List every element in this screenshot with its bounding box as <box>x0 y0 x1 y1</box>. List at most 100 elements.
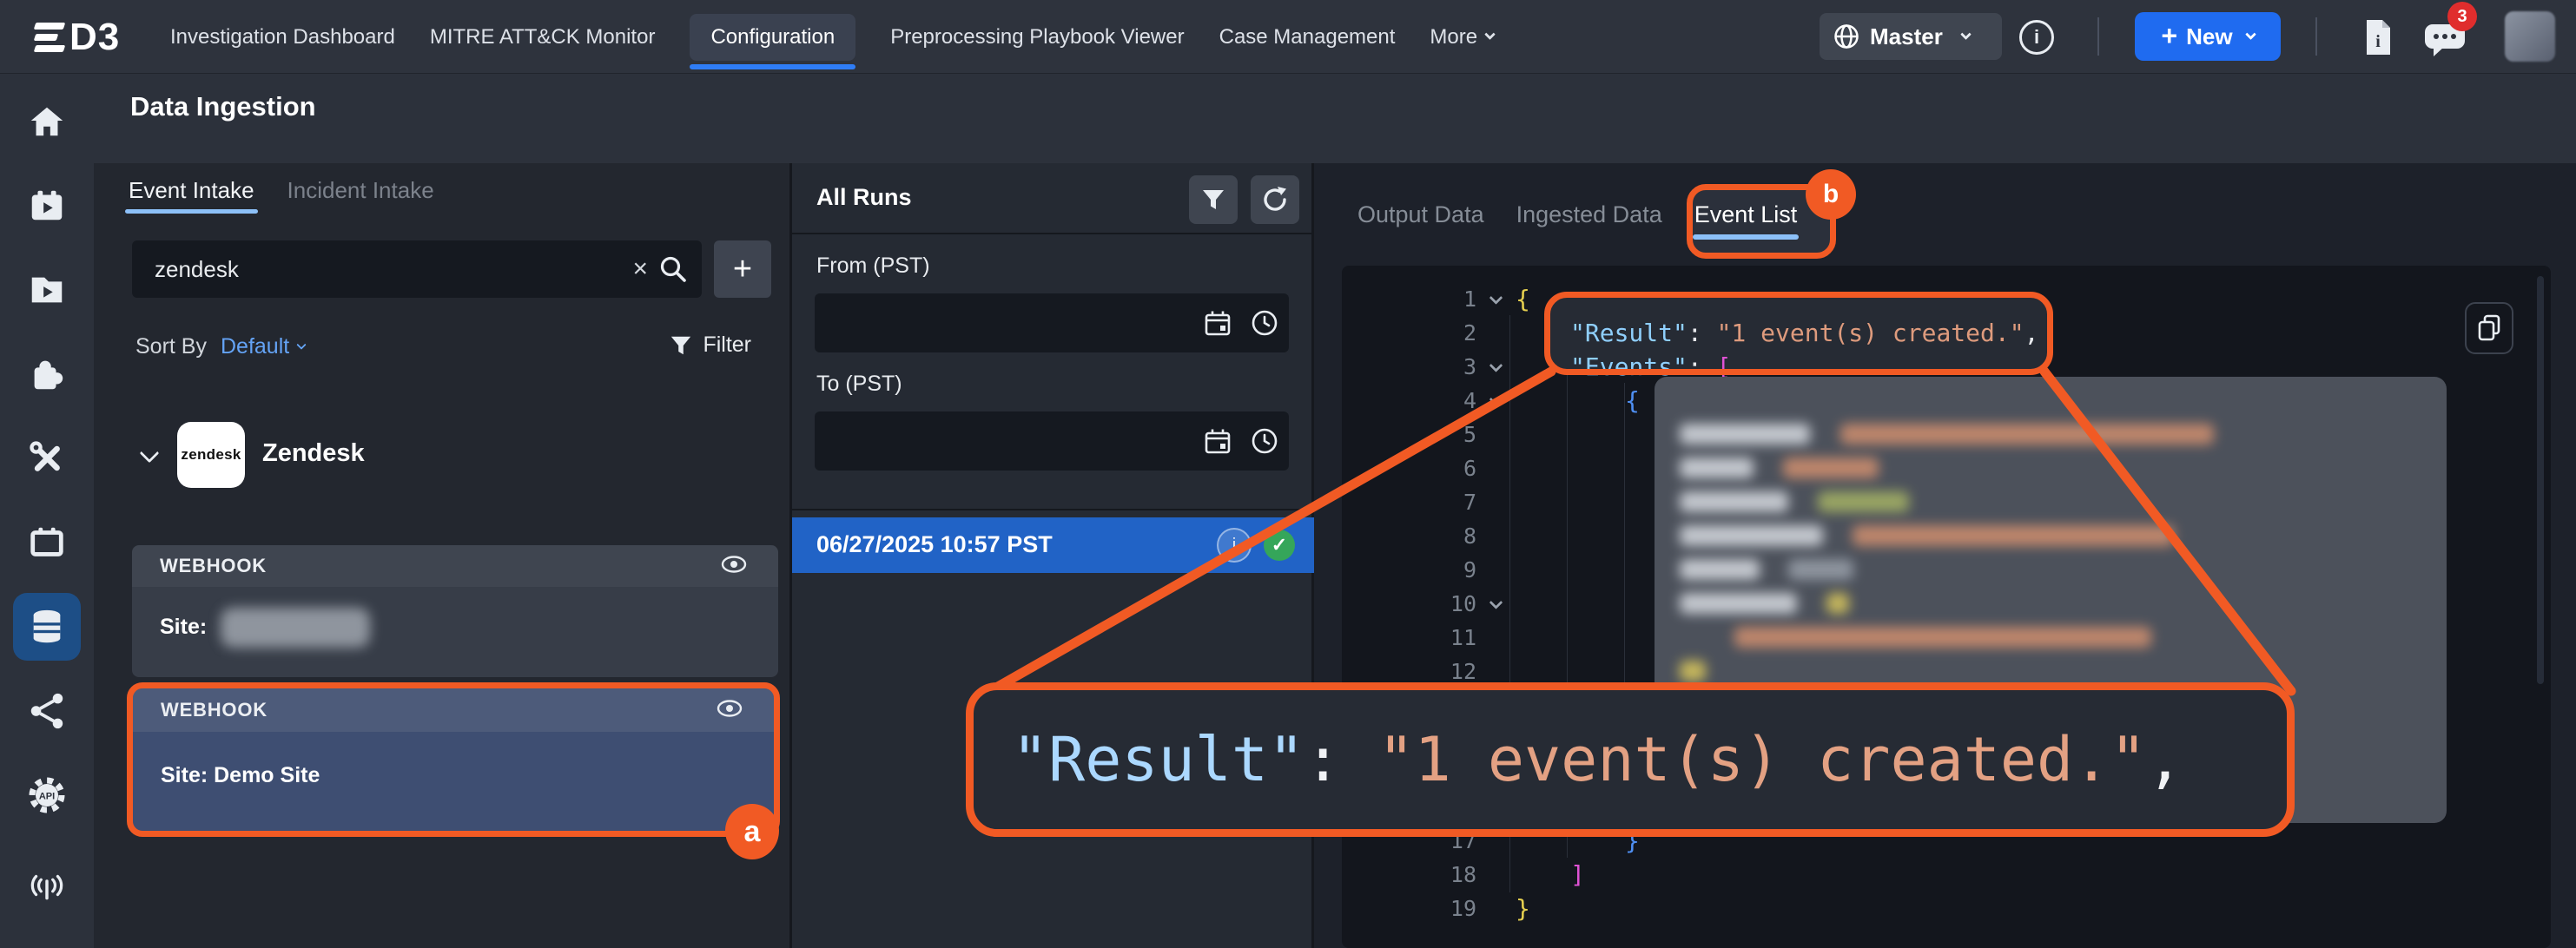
funnel-icon <box>1201 188 1225 212</box>
line-number: 5 <box>1342 422 1476 447</box>
nav-item-investigation-dashboard[interactable]: Investigation Dashboard <box>170 14 395 61</box>
code-line-2: 2"Result": "1 event(s) created.", <box>1342 316 2551 350</box>
redacted-token <box>1826 593 1849 614</box>
eye-icon[interactable] <box>717 700 743 721</box>
globe-icon <box>1833 23 1859 49</box>
annotation-badge-a: a <box>725 804 779 859</box>
left-icon-rail: API <box>0 74 94 948</box>
sidebar-item-playbooks[interactable] <box>13 256 81 324</box>
info-button[interactable]: i <box>2019 20 2054 55</box>
nav-divider <box>2315 17 2317 56</box>
callout-token: , <box>2146 724 2183 795</box>
redacted-token <box>1734 627 2151 648</box>
sidebar-item-event-board[interactable] <box>13 509 81 576</box>
nav-item-more[interactable]: More <box>1430 14 1494 61</box>
environment-selector[interactable]: Master <box>1820 13 2002 60</box>
redacted-token <box>1788 559 1853 580</box>
clock-icon[interactable] <box>1251 427 1278 459</box>
nav-item-label: More <box>1430 25 1477 49</box>
home-icon <box>27 102 67 142</box>
from-date-input[interactable] <box>815 293 1289 352</box>
gear-api-icon: API <box>26 774 68 816</box>
user-avatar[interactable] <box>2505 11 2555 62</box>
nav-item-case-management[interactable]: Case Management <box>1219 14 1396 61</box>
zendesk-logo: zendesk <box>177 422 245 488</box>
fold-gutter <box>1476 599 1516 609</box>
nav-item-configuration[interactable]: Configuration <box>690 14 855 61</box>
webhook-type-label: WEBHOOK <box>160 555 267 577</box>
runs-filter-button[interactable] <box>1189 175 1238 224</box>
annotation-badge-b: b <box>1806 169 1856 220</box>
search-box: × <box>132 240 702 298</box>
intake-panel: Event Intake Incident Intake × + Sort By … <box>94 163 792 948</box>
sidebar-item-utility-commands[interactable] <box>13 425 81 492</box>
fold-gutter <box>1476 396 1516 405</box>
fold-gutter <box>1476 294 1516 304</box>
sort-dropdown[interactable]: Default <box>221 334 305 359</box>
page-title: Data Ingestion <box>130 91 316 122</box>
eye-icon[interactable] <box>721 556 747 577</box>
sidebar-item-integrations[interactable] <box>13 340 81 408</box>
sort-row: Sort By Default Filter <box>94 330 789 365</box>
d3-soar-app: D3 Investigation Dashboard MITRE ATT&CK M… <box>0 0 2576 948</box>
redacted-site-value <box>221 608 370 648</box>
to-date-input[interactable] <box>815 411 1289 471</box>
tab-output-data[interactable]: Output Data <box>1357 201 1484 229</box>
sidebar-item-investigation-board[interactable] <box>13 172 81 240</box>
tab-event-intake[interactable]: Event Intake <box>129 177 254 205</box>
line-number: 18 <box>1342 862 1476 887</box>
fold-chevron-icon[interactable] <box>1489 359 1503 372</box>
database-icon <box>27 607 67 647</box>
callout-token: "Result" <box>1012 724 1305 795</box>
webhook-card-selected[interactable]: WEBHOOK Site: Demo Site <box>133 688 774 831</box>
sort-value: Default <box>221 334 289 359</box>
run-entry-selected[interactable]: 06/27/2025 10:57 PST i ✓ <box>792 517 1314 573</box>
sidebar-item-webhook-broadcast[interactable] <box>13 852 81 919</box>
tab-incident-intake[interactable]: Incident Intake <box>287 177 434 205</box>
new-button[interactable]: + New <box>2135 12 2281 61</box>
copy-icon <box>2476 313 2502 343</box>
search-icon[interactable] <box>658 254 688 288</box>
add-intake-button[interactable]: + <box>714 240 771 298</box>
antenna-icon <box>27 866 67 905</box>
to-date-label: To (PST) <box>816 372 902 397</box>
code-line-19: 19} <box>1342 892 2551 925</box>
clock-icon[interactable] <box>1251 309 1278 341</box>
callout-token: "1 event(s) created." <box>1377 724 2146 795</box>
sidebar-item-connections[interactable] <box>13 677 81 745</box>
nav-item-preprocessing-playbook-viewer[interactable]: Preprocessing Playbook Viewer <box>890 14 1184 61</box>
runs-refresh-button[interactable] <box>1251 175 1299 224</box>
sidebar-item-home[interactable] <box>13 88 81 155</box>
chevron-down-icon <box>297 339 307 349</box>
webhook-card[interactable]: WEBHOOK Site: <box>132 545 778 677</box>
integration-group-header[interactable]: zendesk Zendesk <box>94 411 789 498</box>
calendar-icon[interactable] <box>1204 427 1232 459</box>
fold-chevron-icon[interactable] <box>1489 596 1503 609</box>
chevron-down-icon[interactable] <box>140 444 160 464</box>
calendar-icon[interactable] <box>1204 309 1232 341</box>
line-number: 1 <box>1342 286 1476 312</box>
sidebar-item-api[interactable]: API <box>13 761 81 829</box>
nav-item-mitre-att-ck-monitor[interactable]: MITRE ATT&CK Monitor <box>430 14 656 61</box>
tab-event-list[interactable]: Event List <box>1694 201 1798 229</box>
release-notes-button[interactable]: i <box>2362 18 2394 61</box>
clear-search-icon[interactable]: × <box>632 253 648 286</box>
fold-chevron-icon[interactable] <box>1489 291 1503 305</box>
sidebar-item-data-ingestion[interactable] <box>13 593 81 661</box>
line-number: 8 <box>1342 523 1476 549</box>
sort-by-label: Sort By <box>135 334 207 359</box>
copy-button[interactable] <box>2465 302 2513 354</box>
tab-ingested-data[interactable]: Ingested Data <box>1516 201 1662 229</box>
webhook-card-body: Site: Demo Site <box>133 732 774 831</box>
fold-chevron-icon[interactable] <box>1489 392 1503 406</box>
d3-logo[interactable]: D3 <box>35 0 120 74</box>
search-input[interactable] <box>132 240 702 298</box>
nav-divider <box>2097 17 2099 56</box>
runs-panel-title: All Runs <box>816 184 912 211</box>
line-number: 2 <box>1342 320 1476 346</box>
nav-item-label: Investigation Dashboard <box>170 25 395 49</box>
code-text: { <box>1516 386 1640 415</box>
code-line-18: 18] <box>1342 858 2551 892</box>
run-info-icon[interactable]: i <box>1217 528 1252 563</box>
filter-button[interactable]: Filter <box>670 332 751 358</box>
